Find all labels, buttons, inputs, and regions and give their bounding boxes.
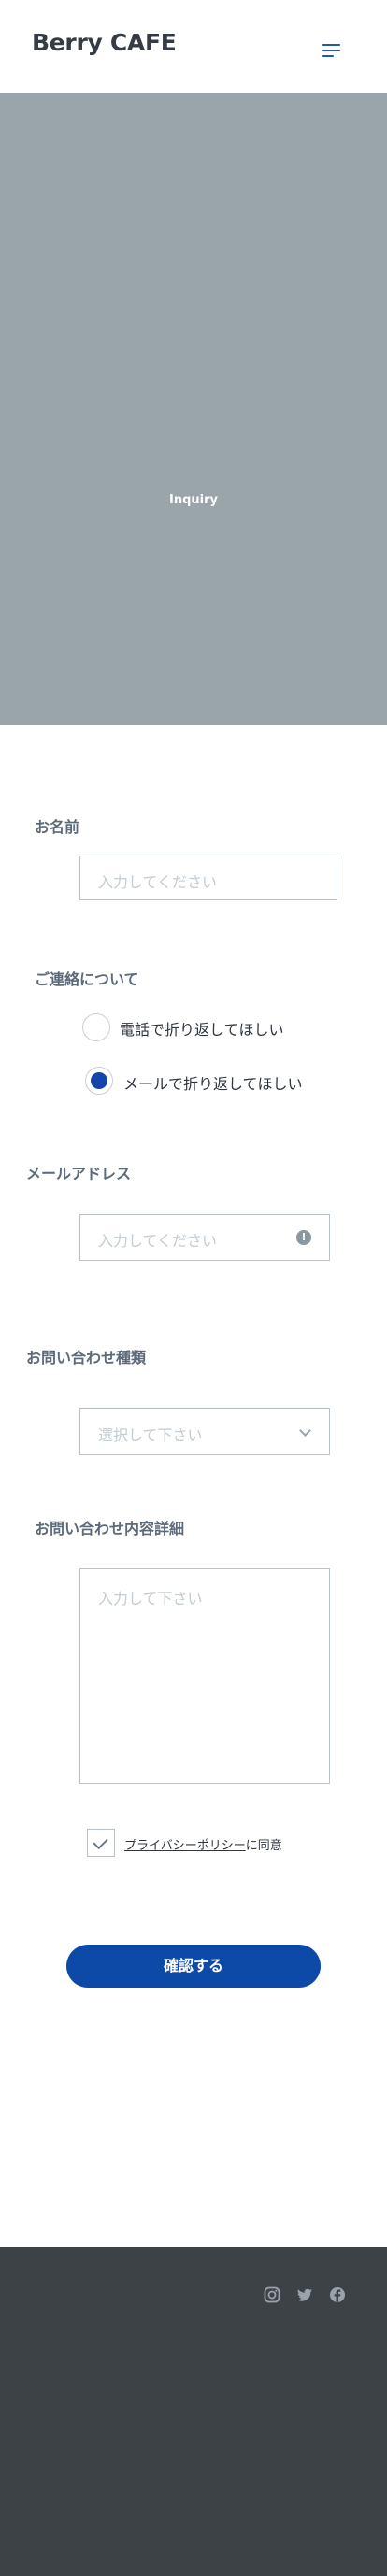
radio-selected-dot — [91, 1072, 108, 1089]
detail-placeholder: 入力して下さい — [98, 1590, 203, 1607]
radio-phone[interactable] — [82, 1013, 110, 1041]
privacy-agree-text: に同意 — [245, 1839, 282, 1853]
email-label: メールアドレス — [26, 1165, 132, 1182]
contact-label: ご連絡について — [35, 970, 139, 988]
chevron-down-icon — [299, 1424, 311, 1437]
email-placeholder: 入力してください — [98, 1232, 218, 1250]
privacy-policy-link[interactable]: プライバシーポリシー — [124, 1839, 246, 1853]
twitter-icon[interactable] — [296, 2286, 313, 2303]
detail-label: お問い合わせ内容詳細 — [35, 1520, 185, 1537]
hero-title: Inquiry — [169, 493, 218, 507]
facebook-icon[interactable] — [329, 2286, 346, 2303]
alert-icon: ! — [296, 1230, 311, 1245]
brand-logo[interactable]: Berry CAFE — [32, 29, 177, 56]
radio-phone-label[interactable]: 電話で折り返してほしい — [120, 1017, 284, 1040]
radio-email[interactable] — [85, 1067, 113, 1095]
name-field[interactable]: 入力してください — [79, 856, 337, 900]
detail-textarea[interactable]: 入力して下さい — [79, 1568, 330, 1784]
name-label: お名前 — [35, 818, 80, 836]
hamburger-menu-icon[interactable] — [318, 41, 344, 62]
inquiry-type-value: 選択して下さい — [98, 1426, 203, 1444]
instagram-icon[interactable] — [264, 2286, 280, 2303]
site-header: Berry CAFE — [0, 0, 387, 93]
inquiry-type-label: お問い合わせ種類 — [26, 1349, 147, 1366]
check-icon — [93, 1833, 108, 1850]
name-placeholder: 入力してください — [98, 873, 218, 891]
inquiry-type-select[interactable]: 選択して下さい — [79, 1408, 330, 1455]
radio-email-label[interactable]: メールで折り返してほしい — [123, 1071, 303, 1094]
site-footer — [0, 2247, 387, 2576]
email-field[interactable]: 入力してください ! — [79, 1214, 330, 1261]
confirm-button[interactable]: 確認する — [66, 1945, 321, 1988]
privacy-checkbox[interactable] — [87, 1829, 115, 1857]
hero-banner: Inquiry — [0, 93, 387, 725]
privacy-text: プライバシーポリシーに同意 — [124, 1835, 282, 1853]
